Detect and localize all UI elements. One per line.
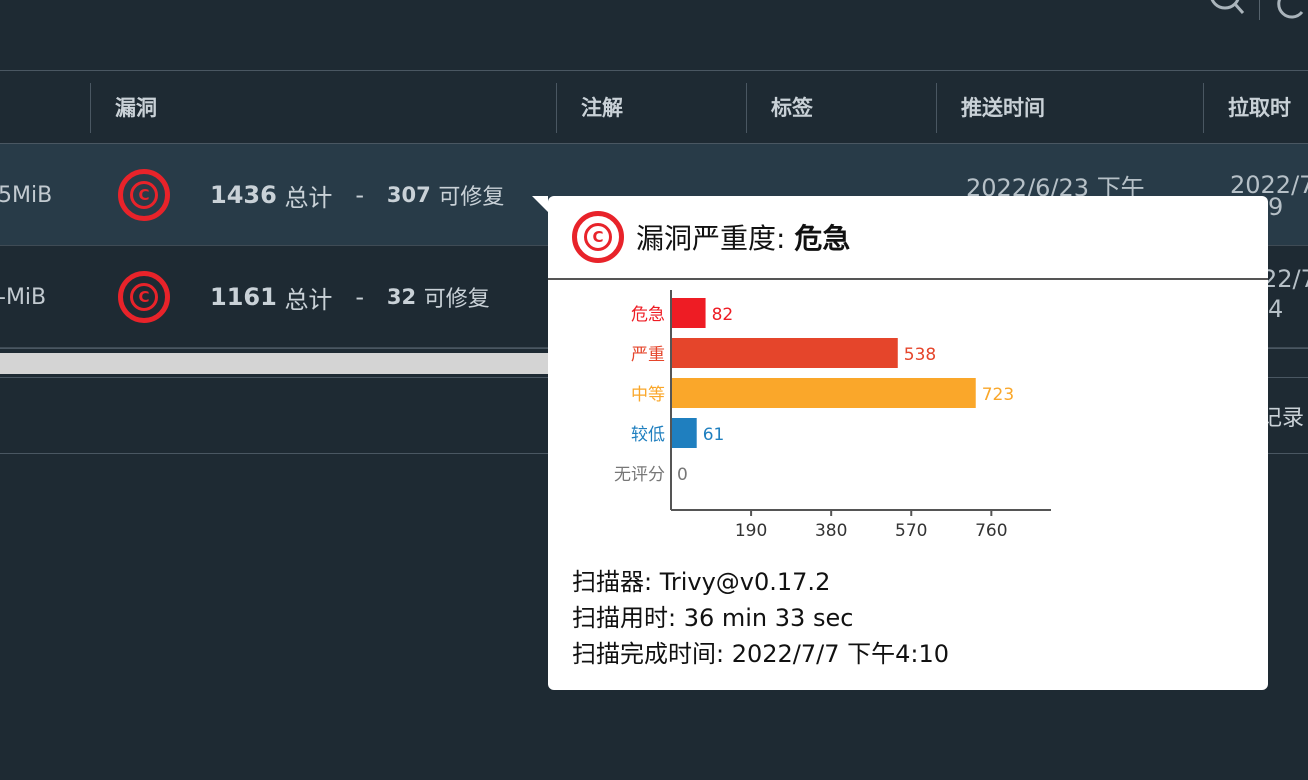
duration-label: 扫描用时: — [572, 604, 684, 632]
chart-value-label: 0 — [677, 465, 688, 485]
scrollbar-thumb[interactable] — [0, 353, 560, 374]
chart-x-tick-label: 570 — [895, 521, 927, 541]
column-header-vulnerabilities[interactable]: 漏洞 — [90, 83, 157, 133]
popover-arrow — [532, 196, 548, 212]
column-header-annotations[interactable]: 注解 — [556, 83, 623, 133]
completed-line: 扫描完成时间: 2022/7/7 下午4:10 — [572, 636, 949, 672]
vulnerability-summary[interactable]: 1436 总计 - 307 可修复 — [210, 144, 504, 246]
total-label: 总计 — [284, 183, 333, 212]
scanner-label: 扫描器: — [572, 568, 660, 596]
size-cell: -MiB — [0, 284, 47, 310]
toolbar — [1207, 0, 1308, 20]
total-label: 总计 — [284, 285, 333, 314]
chart-category-label: 危急 — [631, 305, 665, 325]
fixable-count: 307 — [386, 183, 431, 207]
popover-title: 漏洞严重度: 危急 — [636, 217, 850, 257]
fixable-label: 可修复 — [438, 185, 505, 210]
chart-bar — [671, 298, 706, 328]
vulnerability-severity-popover: C 漏洞严重度: 危急 危急 82 严重 538 中等 723 较低 61 无评分 0 190 380… — [532, 196, 1268, 690]
chart-category-label: 严重 — [631, 345, 665, 365]
column-header-pull-time[interactable]: 拉取时间 — [1203, 83, 1308, 170]
critical-severity-icon[interactable]: C — [118, 246, 170, 348]
dash: - — [355, 181, 364, 209]
chart-value-label: 538 — [904, 345, 936, 365]
total-count: 1161 — [210, 283, 277, 311]
severity-bar-chart: 危急 82 严重 538 中等 723 较低 61 无评分 0 190 380 570 760 — [614, 290, 1051, 541]
scanner-value: Trivy@v0.17.2 — [659, 568, 831, 596]
chart-x-tick-label: 380 — [815, 521, 847, 541]
dash: - — [355, 283, 364, 311]
duration-value: 36 min 33 sec — [683, 604, 854, 632]
chart-value-label: 723 — [982, 385, 1014, 405]
total-count: 1436 — [210, 181, 277, 209]
critical-severity-icon[interactable]: C — [118, 144, 170, 246]
chart-category-label: 无评分 — [614, 465, 665, 485]
grid-header: 漏洞 注解 标签 推送时间 拉取时间 — [0, 70, 1308, 170]
column-header-labels[interactable]: 标签 — [746, 83, 813, 133]
toolbar-divider — [1259, 0, 1260, 20]
screen: 漏洞 注解 标签 推送时间 拉取时间 5MiB C 1436 总计 - 307 … — [0, 0, 1308, 780]
size-cell: 5MiB — [0, 182, 53, 208]
chart-value-label: 61 — [703, 425, 725, 445]
chart-category-label: 中等 — [631, 385, 665, 405]
scanner-line: 扫描器: Trivy@v0.17.2 — [572, 564, 949, 600]
vulnerability-summary[interactable]: 1161 总计 - 32 可修复 — [210, 246, 490, 348]
pull-time-cell-line2: 4 — [1268, 295, 1284, 323]
popover-header: C 漏洞严重度: 危急 — [548, 196, 1268, 280]
chart-bar — [671, 378, 976, 408]
fixable-label: 可修复 — [423, 287, 490, 312]
severity-title-prefix: 漏洞严重度: — [636, 222, 795, 255]
chart-x-tick-label: 190 — [735, 521, 767, 541]
column-header-push-time[interactable]: 推送时间 — [936, 83, 1045, 133]
critical-severity-icon: C — [572, 211, 624, 263]
search-icon[interactable] — [1207, 0, 1247, 20]
fixable-count: 32 — [386, 285, 417, 309]
completed-label: 扫描完成时间: — [572, 640, 732, 668]
duration-line: 扫描用时: 36 min 33 sec — [572, 600, 949, 636]
severity-title-value: 危急 — [794, 222, 851, 255]
severity-chart: 危急 82 严重 538 中等 723 较低 61 无评分 0 190 380 570 760 — [548, 282, 1108, 562]
chart-bar — [671, 338, 898, 368]
chart-category-label: 较低 — [631, 425, 665, 445]
completed-value: 2022/7/7 下午4:10 — [731, 640, 950, 668]
chart-bar — [671, 418, 697, 448]
scan-info: 扫描器: Trivy@v0.17.2 扫描用时: 36 min 33 sec 扫… — [572, 564, 949, 672]
chart-value-label: 82 — [712, 305, 734, 325]
chart-x-tick-label: 760 — [975, 521, 1007, 541]
refresh-icon[interactable] — [1274, 0, 1308, 20]
